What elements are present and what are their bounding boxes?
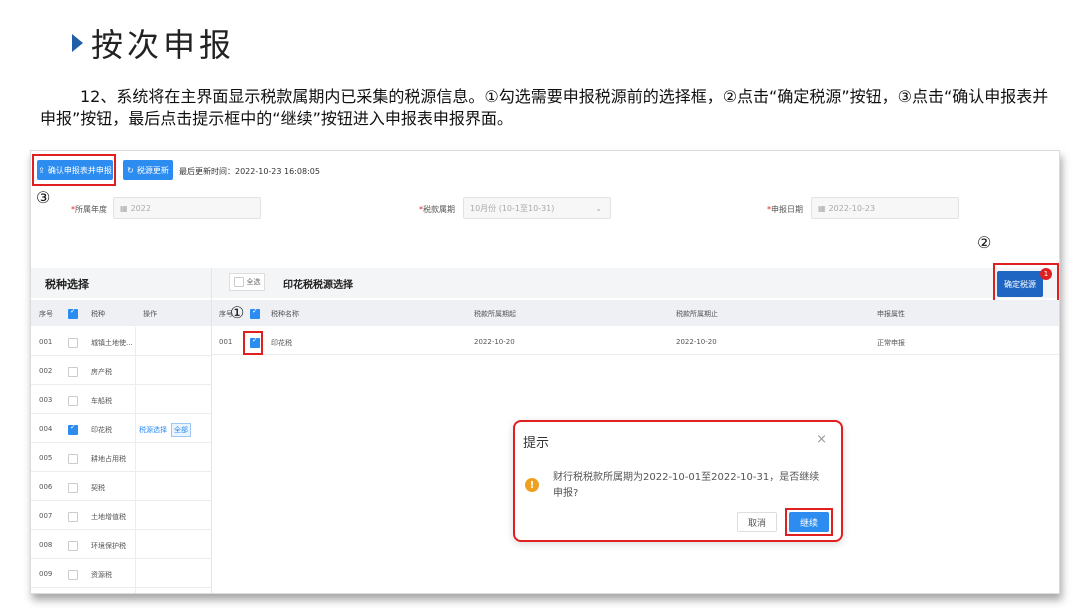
tax-type-no: 002: [39, 367, 53, 375]
close-icon[interactable]: ×: [816, 432, 827, 447]
tax-type-checkbox[interactable]: [68, 423, 78, 435]
tax-type-name: 车船税: [91, 397, 112, 405]
triangle-bullet-icon: [72, 34, 83, 52]
period-label: *税款属期: [419, 205, 455, 214]
last-update-text: 最后更新时间：2022-10-23 16:08:05: [179, 167, 320, 176]
highlight-box-3: [32, 154, 116, 186]
source-row-name: 印花税: [271, 339, 292, 347]
tax-type-checkbox[interactable]: [68, 570, 78, 580]
highlight-box-continue: [785, 508, 833, 536]
header-op: 操作: [143, 310, 157, 318]
tax-type-no: 005: [39, 454, 53, 462]
header-nature: 申报属性: [877, 310, 905, 318]
header-period-start: 税款所属期起: [474, 310, 516, 318]
tax-type-no: 009: [39, 570, 53, 578]
year-label: *所属年度: [71, 205, 107, 214]
tax-type-row[interactable]: [31, 559, 211, 588]
tax-type-row[interactable]: [31, 356, 211, 385]
chevron-down-icon: ⌄: [595, 203, 602, 213]
left-table-header: [31, 300, 211, 326]
right-table-header: [212, 300, 1059, 326]
tax-type-name: 印花税: [91, 426, 112, 434]
year-field[interactable]: ▦ 2022: [113, 197, 261, 219]
source-row-end: 2022-10-20: [676, 338, 717, 346]
instruction-text: 12、系统将在主界面显示税款属期内已采集的税源信息。①勾选需要申报税源前的选择框…: [40, 87, 1049, 128]
tax-type-title: 税种选择: [45, 278, 89, 291]
calendar-icon: ▦: [818, 203, 826, 213]
refresh-source-button[interactable]: ↻ 税源更新: [123, 160, 173, 180]
right-select-all-checkbox[interactable]: [250, 307, 260, 319]
tax-type-checkbox[interactable]: [68, 338, 78, 348]
period-select[interactable]: 10月份 (10-1至10-31) ⌄: [463, 197, 611, 219]
highlight-box-2: [993, 263, 1059, 303]
warning-icon: !: [525, 478, 539, 492]
tax-type-name: 契税: [91, 484, 105, 492]
source-row-start: 2022-10-20: [474, 338, 515, 346]
tax-type-row[interactable]: [31, 385, 211, 414]
header-no: 序号: [39, 310, 53, 318]
tax-type-checkbox[interactable]: [68, 512, 78, 522]
header-tax-name: 税种名称: [271, 310, 299, 318]
tax-type-no: 001: [39, 338, 53, 346]
stamp-tax-source-title: 印花税税源选择: [283, 280, 353, 291]
confirm-dialog: 提示 × ! 财行税税款所属期为2022-10-01至2022-10-31，是否…: [513, 420, 843, 542]
cancel-button[interactable]: 取消: [737, 512, 777, 532]
header-tax: 税种: [91, 310, 105, 318]
tax-type-checkbox[interactable]: [68, 396, 78, 406]
tax-type-name: 城镇土地使...: [91, 339, 133, 347]
source-row-nature: 正常申报: [877, 339, 905, 347]
marker-2: ②: [977, 233, 992, 252]
tax-type-no: 006: [39, 483, 53, 491]
source-row-no: 001: [219, 338, 233, 346]
tax-type-no: 008: [39, 541, 53, 549]
select-all-checkbox[interactable]: [233, 277, 244, 287]
refresh-icon: ↻: [127, 165, 134, 175]
header-period-end: 税款所属期止: [676, 310, 718, 318]
refresh-source-label: 税源更新: [136, 165, 169, 175]
tax-type-name: 房产税: [91, 368, 112, 376]
tax-type-name: 耕地占用税: [91, 455, 126, 463]
tax-type-checkbox[interactable]: [68, 454, 78, 464]
source-select-link[interactable]: 税源选择: [139, 425, 167, 435]
column-divider: [135, 327, 136, 593]
tax-type-no: 003: [39, 396, 53, 404]
tax-type-name: 土地增值税: [91, 513, 126, 521]
slide-title: 按次申报: [72, 20, 235, 66]
source-row[interactable]: [212, 327, 1059, 355]
dialog-title: 提示: [523, 436, 550, 451]
app-screenshot: ⇪ 确认申报表并申报 ↻ 税源更新 最后更新时间：2022-10-23 16:0…: [30, 150, 1060, 594]
date-label: *申报日期: [767, 205, 803, 214]
tax-type-checkbox[interactable]: [68, 367, 78, 377]
select-all-toggle[interactable]: 全选: [229, 273, 265, 291]
dialog-message: 财行税税款所属期为2022-10-01至2022-10-31，是否继续申报?: [553, 472, 820, 499]
marker-3: ③: [36, 188, 51, 207]
tax-type-checkbox[interactable]: [68, 483, 78, 493]
tax-type-checkbox[interactable]: [68, 541, 78, 551]
date-field[interactable]: ▦ 2022-10-23: [811, 197, 959, 219]
left-select-all-checkbox[interactable]: [68, 307, 78, 319]
tax-type-row[interactable]: [31, 472, 211, 501]
slide-title-text: 按次申报: [91, 26, 236, 64]
tax-type-no: 007: [39, 512, 53, 520]
tax-type-name: 环境保护税: [91, 542, 126, 550]
tax-type-no: 004: [39, 425, 53, 433]
highlight-box-1: [243, 331, 263, 355]
marker-1: ①: [230, 303, 245, 322]
section-header-band: [31, 268, 1059, 298]
all-tag[interactable]: 全部: [171, 423, 191, 437]
calendar-icon: ▦: [120, 203, 128, 213]
tax-type-name: 资源税: [91, 571, 112, 579]
